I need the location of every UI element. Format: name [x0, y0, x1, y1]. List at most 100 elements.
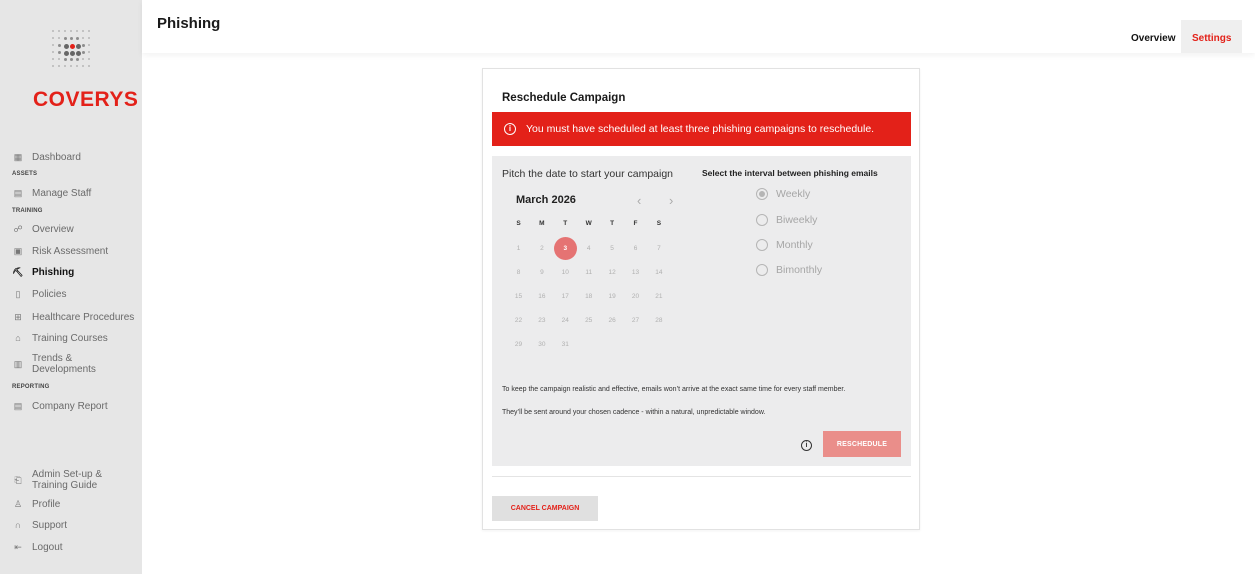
calendar-day[interactable]: 17: [554, 285, 577, 308]
schedule-panel: Pitch the date to start your campaign Ma…: [492, 156, 911, 466]
calendar-day[interactable]: 10: [554, 261, 577, 284]
chevron-left-icon: ‹: [637, 193, 642, 208]
sidebar-item-healthcare-procedures[interactable]: ⊞ Healthcare Procedures: [12, 311, 134, 323]
calendar-day[interactable]: 24: [554, 309, 577, 332]
sidebar-item-manage-staff[interactable]: ▤ Manage Staff: [12, 187, 92, 199]
weekday-label: T: [563, 220, 568, 227]
radio-button[interactable]: [756, 239, 768, 251]
calendar-day[interactable]: 23: [530, 309, 553, 332]
radio-label: Monthly: [776, 239, 813, 251]
calendar-day[interactable]: 18: [577, 285, 600, 308]
calendar-day[interactable]: 30: [530, 333, 553, 356]
sidebar-item-support[interactable]: ∩ Support: [12, 519, 67, 531]
sidebar-item-label: Risk Assessment: [32, 245, 109, 257]
weekday-label: T: [610, 220, 615, 227]
weekday-label: S: [656, 220, 662, 227]
sidebar-item-training-courses[interactable]: ⌂ Training Courses: [12, 332, 108, 344]
sidebar-item-overview[interactable]: ☍ Overview: [12, 223, 74, 235]
section-label-assets: ASSETS: [12, 171, 38, 177]
sidebar-item-dashboard[interactable]: ▦ Dashboard: [12, 151, 81, 163]
radio-monthly[interactable]: Monthly: [756, 239, 813, 251]
user-icon: ♙: [13, 499, 23, 509]
calendar-next-button[interactable]: ›: [669, 193, 673, 208]
sidebar-item-admin-guide[interactable]: ⎗ Admin Set-up & Training Guide: [12, 469, 107, 491]
radio-label: Bimonthly: [776, 264, 823, 276]
radio-button[interactable]: [756, 188, 768, 200]
calendar-day[interactable]: 1: [507, 237, 530, 260]
people-icon: ☍: [13, 224, 23, 234]
reschedule-card: Reschedule Campaign i You must have sche…: [482, 68, 920, 530]
assessment-icon: ▣: [13, 246, 23, 256]
calendar-day-selected[interactable]: 3: [553, 237, 577, 260]
radio-bimonthly[interactable]: Bimonthly: [756, 264, 822, 276]
tab-settings[interactable]: Settings: [1181, 20, 1243, 53]
calendar-day[interactable]: 16: [530, 285, 553, 308]
sidebar-item-label: Healthcare Procedures: [32, 311, 135, 323]
calendar-month: March 2026: [516, 194, 576, 206]
calendar-day[interactable]: 22: [507, 309, 530, 332]
radio-button[interactable]: [756, 264, 768, 276]
calendar-day[interactable]: 19: [601, 285, 624, 308]
sidebar-item-label: Policies: [32, 288, 67, 300]
error-alert: i You must have scheduled at least three…: [492, 112, 911, 146]
radio-label: Biweekly: [776, 214, 818, 226]
sidebar-item-risk-assessment[interactable]: ▣ Risk Assessment: [12, 245, 108, 257]
sidebar-item-label: Overview: [32, 223, 74, 235]
calendar-day[interactable]: 2: [530, 237, 553, 260]
reschedule-button[interactable]: RESCHEDULE: [823, 431, 901, 457]
radio-weekly[interactable]: Weekly: [756, 188, 810, 200]
sidebar-item-label: Phishing: [32, 266, 75, 278]
calendar-day[interactable]: 13: [624, 261, 647, 284]
calendar-day[interactable]: 15: [507, 285, 530, 308]
calendar-prev-button[interactable]: ‹: [637, 193, 641, 208]
calendar-day[interactable]: 9: [530, 261, 553, 284]
cancel-campaign-button[interactable]: CANCEL CAMPAIGN: [492, 496, 598, 521]
calendar-day[interactable]: 7: [647, 237, 670, 260]
page-title: Phishing: [157, 15, 221, 32]
calendar-day[interactable]: 8: [507, 261, 530, 284]
sidebar-item-logout[interactable]: ⇤ Logout: [12, 541, 63, 553]
calendar-day[interactable]: 27: [624, 309, 647, 332]
logout-icon: ⇤: [14, 542, 22, 552]
sidebar-item-label: Manage Staff: [32, 187, 92, 199]
radio-button[interactable]: [756, 214, 768, 226]
sidebar-item-label: Company Report: [32, 400, 108, 412]
sidebar-item-label: Support: [32, 519, 68, 531]
sidebar-item-label: Dashboard: [32, 151, 81, 163]
sidebar-item-company-report[interactable]: ▤ Company Report: [12, 400, 108, 412]
calendar-day[interactable]: 21: [647, 285, 670, 308]
newspaper-icon: ▥: [13, 359, 23, 369]
tab-overview[interactable]: Overview: [1120, 20, 1186, 53]
calendar-day[interactable]: 4: [577, 237, 600, 260]
sidebar: COVERYS ▦ Dashboard ASSETS ▤ Manage Staf…: [0, 0, 142, 574]
sidebar-item-label: Training Courses: [32, 332, 108, 344]
calendar-day[interactable]: 26: [601, 309, 624, 332]
interval-label: Select the interval between phishing ema…: [702, 168, 878, 178]
sidebar-item-label: Admin Set-up & Training Guide: [32, 469, 103, 491]
sidebar-item-label: Logout: [32, 541, 63, 553]
calendar-day[interactable]: 14: [647, 261, 670, 284]
calendar-day[interactable]: 11: [577, 261, 600, 284]
sidebar-item-phishing[interactable]: ⛏ Phishing: [12, 266, 74, 278]
sidebar-item-profile[interactable]: ♙ Profile: [12, 498, 60, 510]
info-icon[interactable]: i: [801, 440, 812, 451]
campaign-note-2: They’ll be sent around your chosen caden…: [502, 409, 766, 416]
chevron-right-icon: ›: [669, 193, 674, 208]
header-bar: [142, 0, 1255, 53]
calendar-day[interactable]: 29: [507, 333, 530, 356]
calendar-day[interactable]: 20: [624, 285, 647, 308]
weekday-label: M: [539, 220, 545, 227]
calendar-day[interactable]: 28: [647, 309, 670, 332]
calendar-day[interactable]: 5: [601, 237, 624, 260]
sidebar-item-policies[interactable]: ▯ Policies: [12, 288, 67, 300]
campaign-note-1: To keep the campaign realistic and effec…: [502, 386, 846, 393]
sidebar-item-trends-developments[interactable]: ▥ Trends & Developments: [12, 353, 102, 375]
calendar-day[interactable]: 25: [577, 309, 600, 332]
radio-label: Weekly: [776, 188, 811, 200]
calendar-day[interactable]: 31: [554, 333, 577, 356]
calendar-day[interactable]: 6: [624, 237, 647, 260]
alert-message: You must have scheduled at least three p…: [526, 123, 875, 135]
calendar-day[interactable]: 12: [601, 261, 624, 284]
radio-biweekly[interactable]: Biweekly: [756, 214, 817, 226]
section-label-training: TRAINING: [12, 208, 43, 214]
